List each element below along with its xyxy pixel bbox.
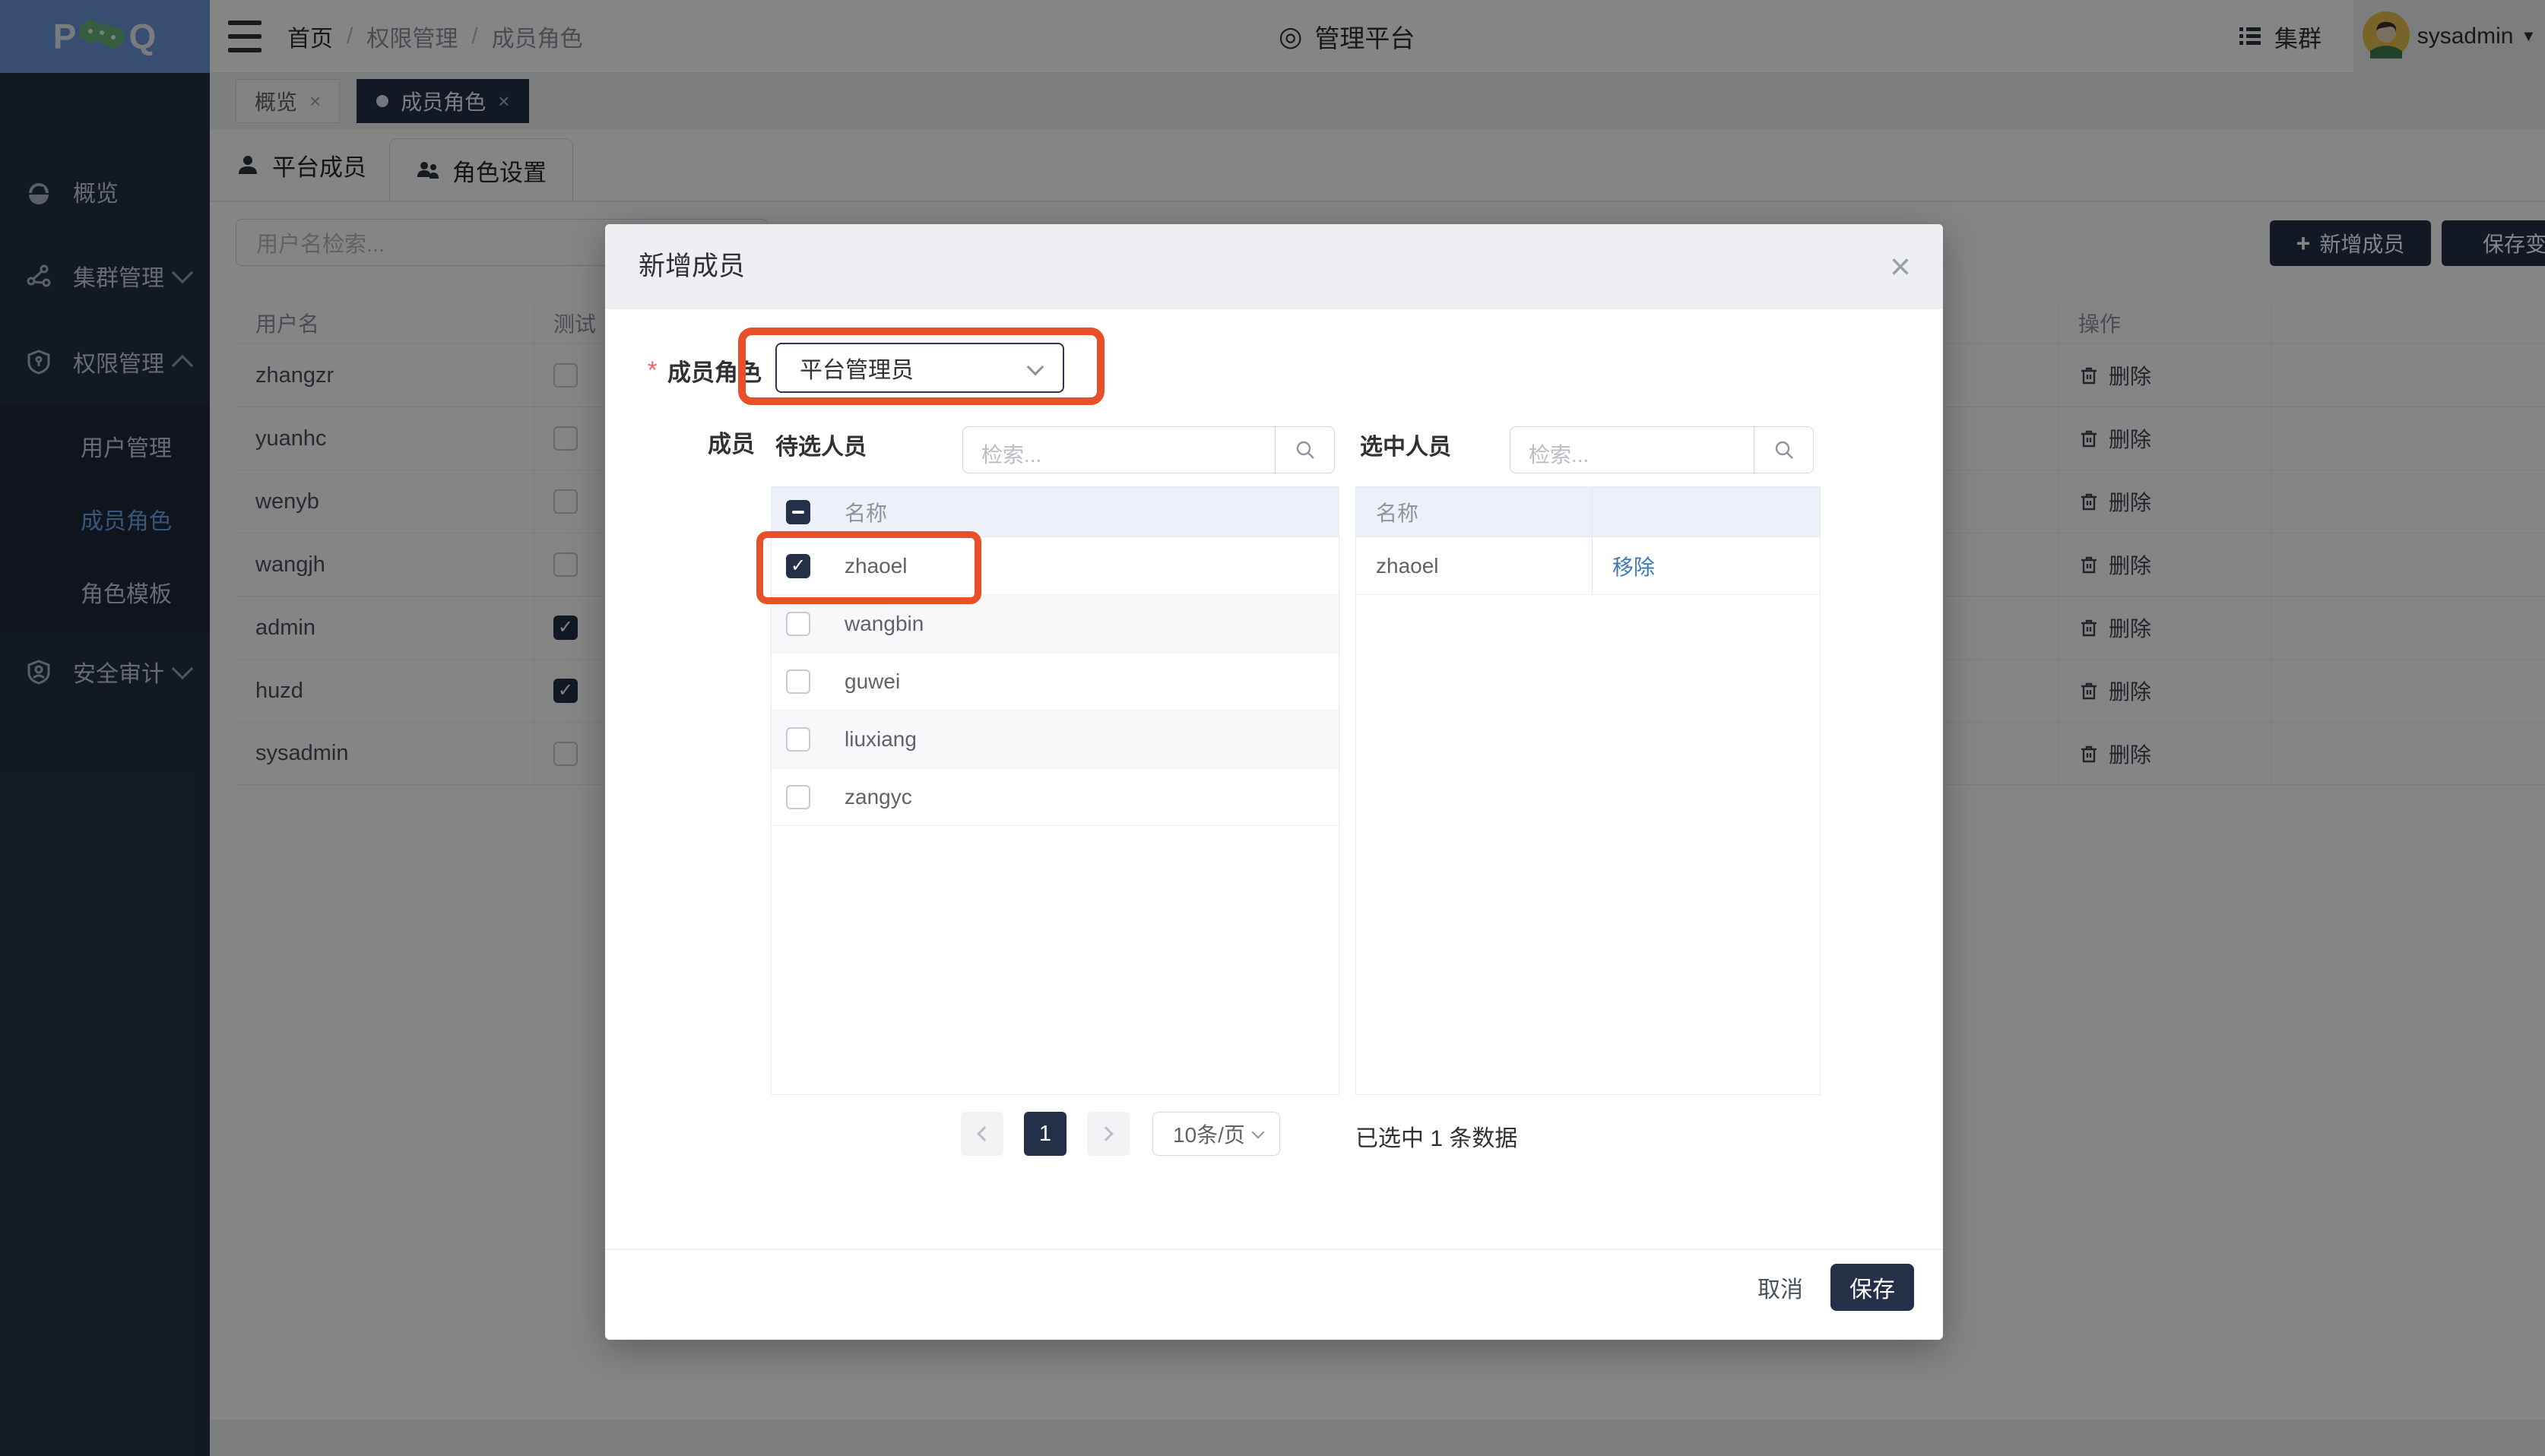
candidate-row: ✓ zhaoel [772,537,1339,595]
modal-title: 新增成员 [639,224,745,309]
remove-link[interactable]: 移除 [1593,551,1655,581]
candidate-row: wangbin [772,595,1339,653]
chevron-left-icon [977,1126,992,1141]
selected-search-input[interactable]: 检索... [1510,426,1814,473]
check-icon: ✓ [791,557,806,575]
indeterminate-icon [792,511,804,514]
pagination-next-button[interactable] [1087,1112,1130,1156]
candidates-search-input[interactable]: 检索... [962,426,1335,473]
selected-title: 选中人员 [1360,428,1451,461]
candidate-row: guwei [772,653,1339,711]
select-all-checkbox[interactable] [786,500,810,524]
candidate-checkbox[interactable] [786,785,810,809]
modal-footer-divider [605,1249,1943,1250]
chevron-right-icon [1098,1126,1114,1141]
member-role-select[interactable]: 平台管理员 [775,343,1064,393]
pagination-prev-button[interactable] [961,1112,1003,1156]
search-button[interactable] [1275,427,1334,473]
selected-row: zhaoel 移除 [1356,537,1820,595]
member-label: 成员 [708,425,755,459]
page-size-select[interactable]: 10条/页 [1152,1112,1280,1156]
search-button[interactable] [1754,427,1813,473]
candidates-header: 名称 [772,487,1339,537]
pagination-page-1[interactable]: 1 [1024,1112,1066,1156]
selected-header: 名称 [1356,487,1820,537]
selected-table: 名称 zhaoel 移除 [1355,486,1821,1095]
app-page: P Q 首页 / 权限管理 / 成员角色 ◎ 管理平台 集群 sysadmin [0,0,2545,1456]
cancel-button[interactable]: 取消 [1744,1264,1817,1311]
candidates-title: 待选人员 [775,428,867,461]
candidate-row: liuxiang [772,711,1339,768]
modal-header: 新增成员 × [605,224,1943,309]
candidate-checkbox[interactable]: ✓ [786,554,810,578]
add-member-modal: 新增成员 × * 成员角色 平台管理员 成员 待选人员 选中人员 检索... 检… [605,224,1943,1340]
candidate-checkbox[interactable] [786,612,810,636]
chevron-down-icon [1252,1126,1265,1139]
candidate-checkbox[interactable] [786,727,810,752]
search-icon [1295,439,1316,461]
required-asterisk: * [648,356,657,385]
candidates-table: 名称 ✓ zhaoel wangbin guwei liuxiang zangy… [771,486,1339,1095]
candidate-row: zangyc [772,768,1339,826]
close-icon[interactable]: × [1878,244,1923,290]
chevron-down-icon [1027,359,1044,376]
selected-count-info: 已选中 1 条数据 [1355,1119,1517,1153]
member-role-label: 成员角色 [667,353,762,388]
search-icon [1773,439,1795,461]
save-button[interactable]: 保存 [1830,1264,1914,1311]
candidate-checkbox[interactable] [786,669,810,694]
